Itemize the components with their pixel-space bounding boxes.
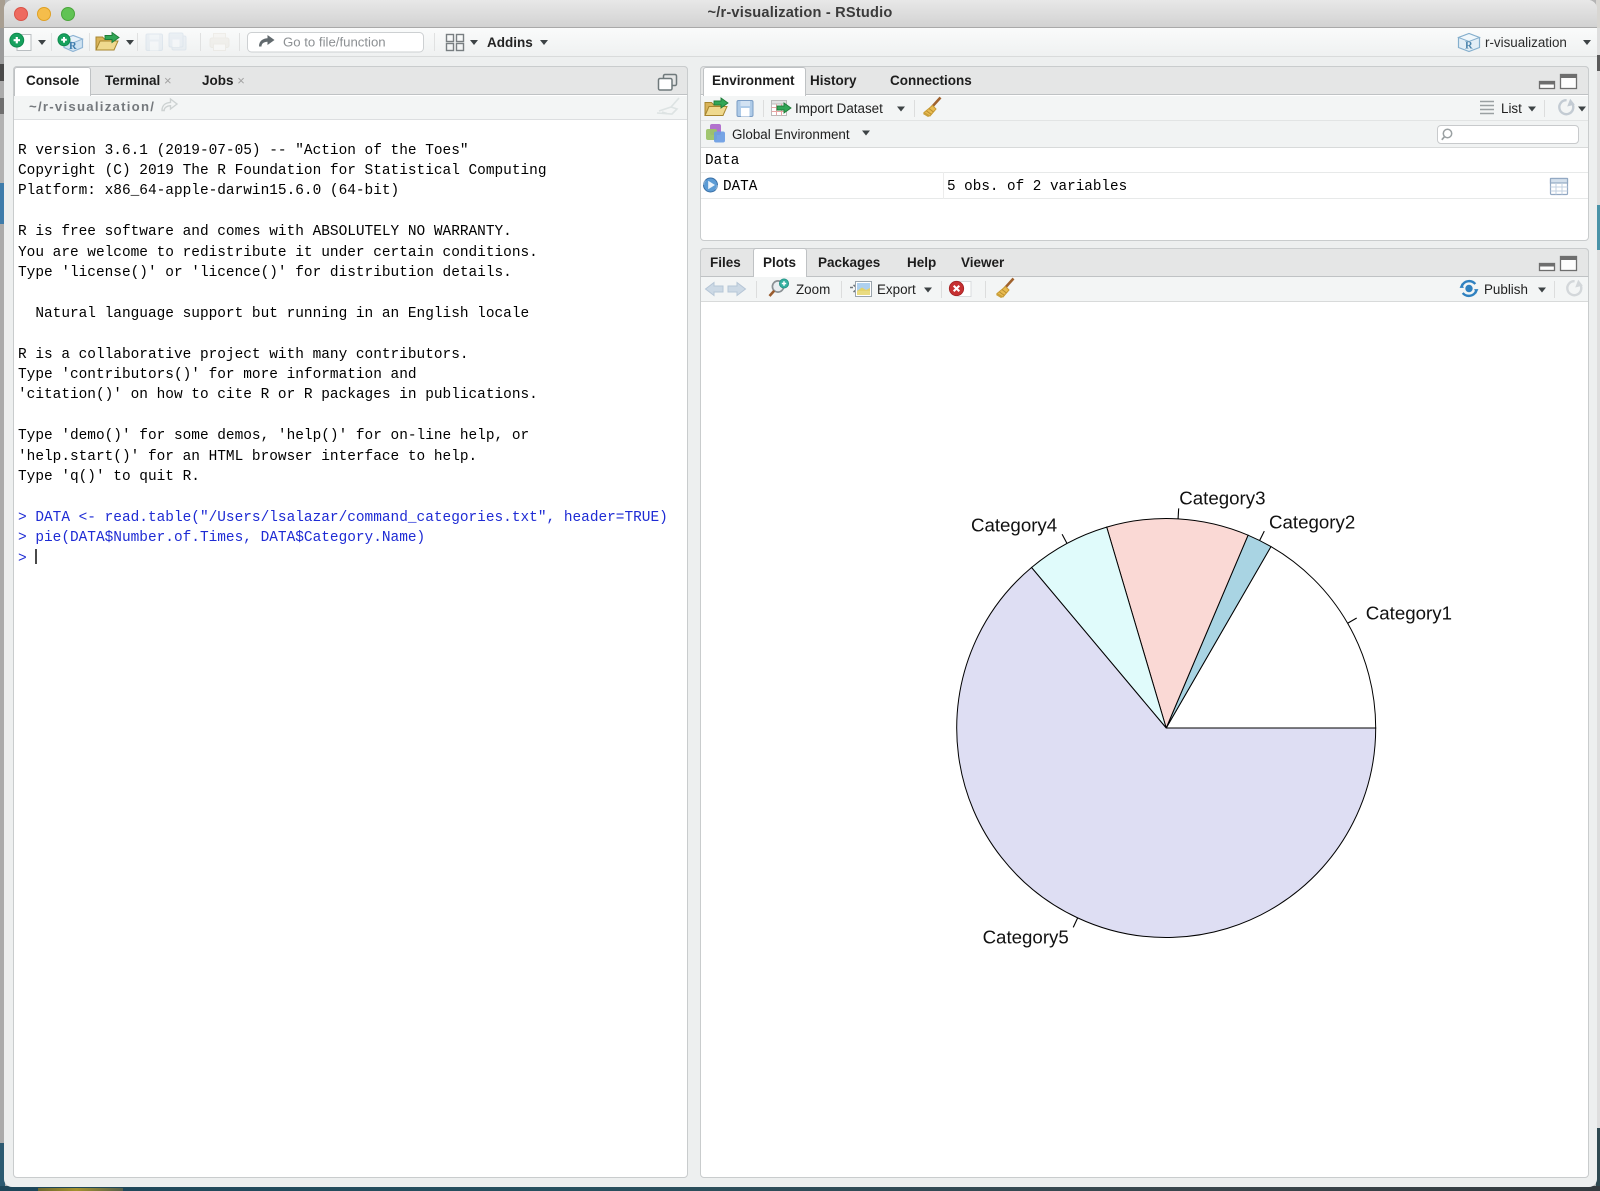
svg-text:r-visualization: r-visualization (1485, 35, 1567, 50)
svg-text:R: R (1465, 41, 1473, 52)
svg-text:Export: Export (877, 282, 916, 297)
svg-text:Import Dataset: Import Dataset (795, 101, 883, 116)
svg-text:Category4: Category4 (970, 514, 1056, 535)
svg-text:Category1: Category1 (1365, 602, 1451, 623)
svg-text:Go to file/function: Go to file/function (283, 35, 386, 50)
svg-text:List: List (1501, 101, 1522, 116)
svg-text:Zoom: Zoom (796, 282, 830, 297)
svg-text:Category3: Category3 (1179, 487, 1265, 508)
svg-text:Addins: Addins (487, 35, 533, 50)
svg-text:Category5: Category5 (982, 926, 1068, 947)
svg-text:Publish: Publish (1484, 282, 1528, 297)
svg-text:Category2: Category2 (1269, 511, 1355, 532)
svg-text:R: R (69, 41, 77, 52)
